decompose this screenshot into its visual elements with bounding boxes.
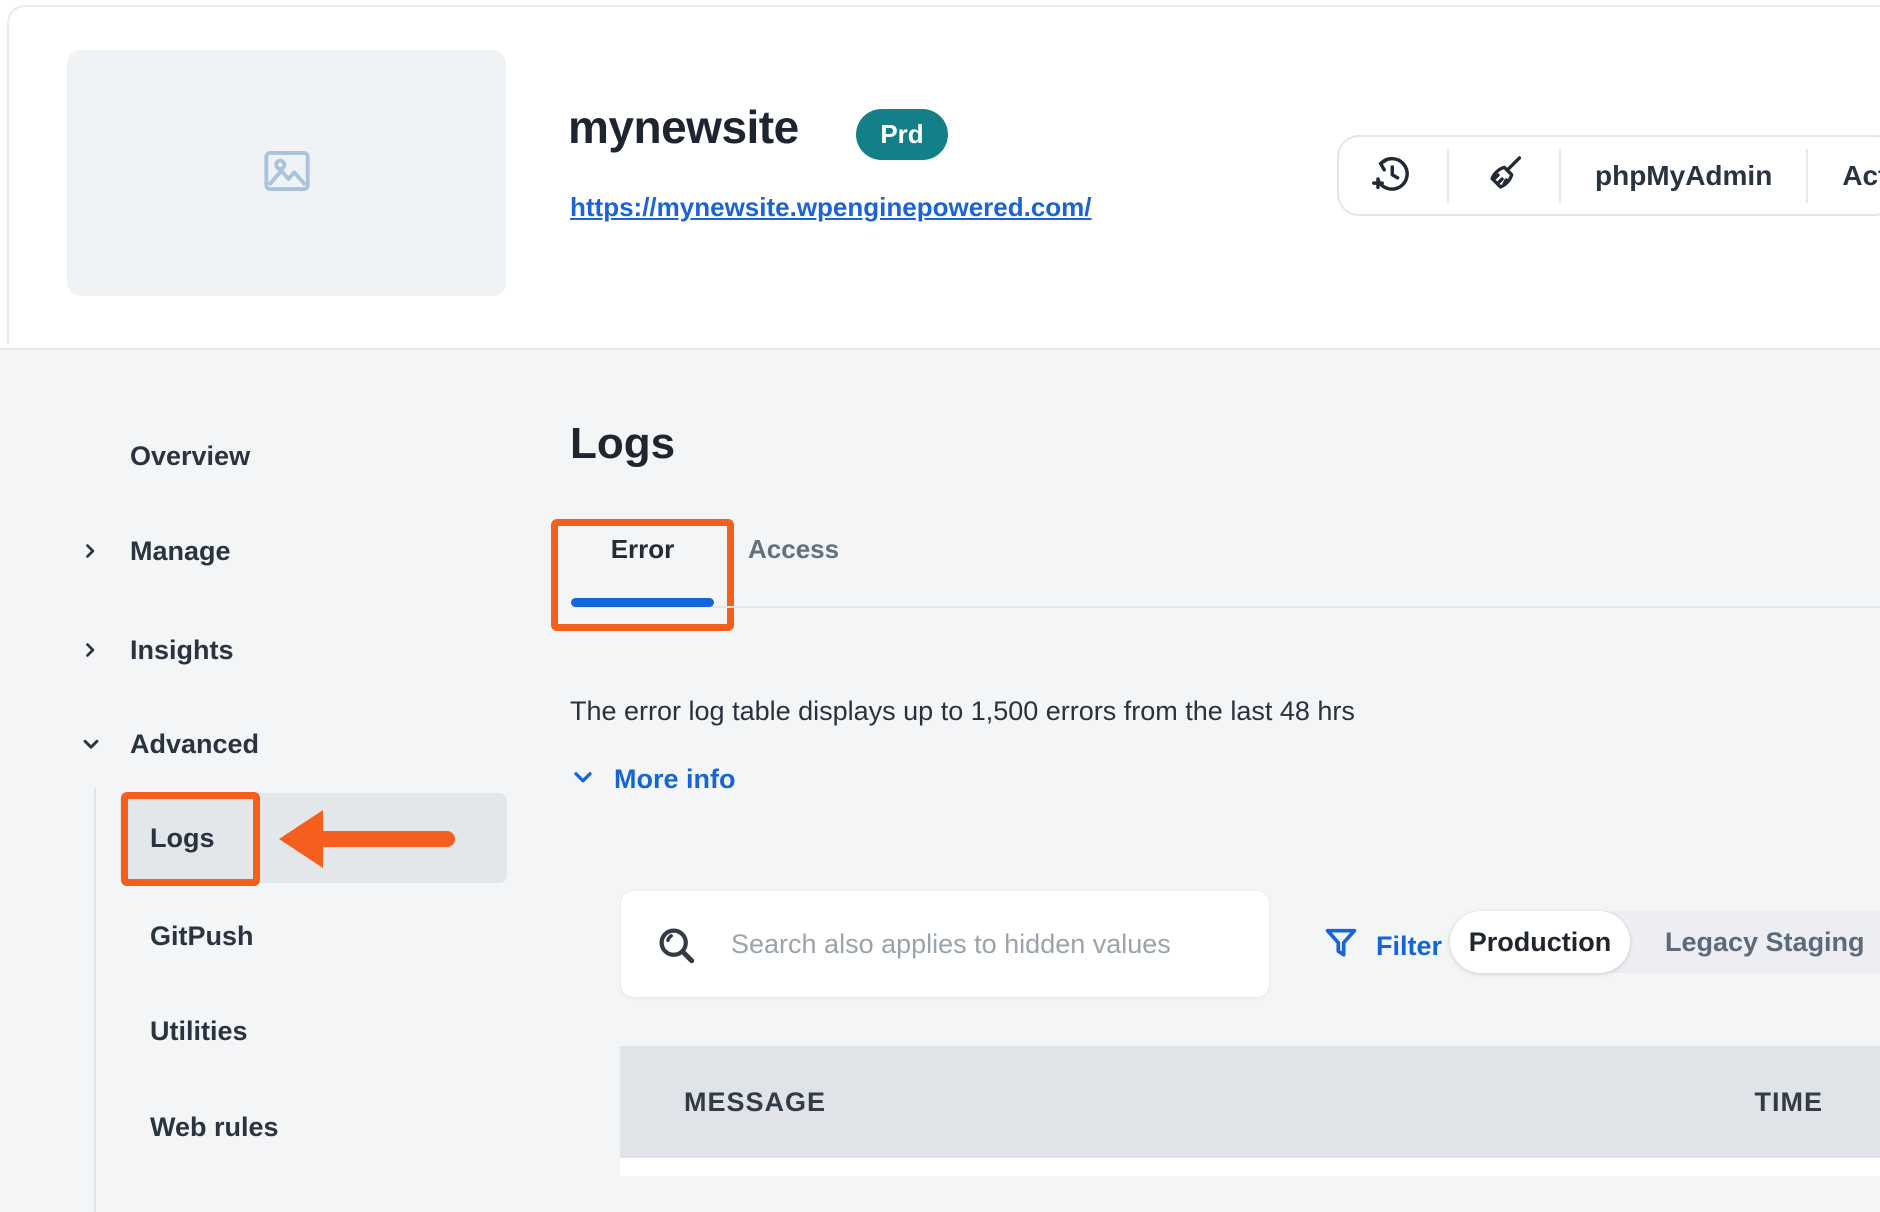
filter-button[interactable]: Filter	[1322, 924, 1442, 967]
toolbar-divider	[1559, 149, 1561, 203]
chevron-spacer	[80, 445, 102, 467]
clear-cache-broom-icon	[1483, 153, 1525, 198]
sidebar-item-label: Overview	[130, 441, 250, 472]
sidebar-item-gitpush[interactable]: GitPush	[120, 906, 507, 966]
sidebar-item-label: Insights	[130, 635, 234, 666]
error-log-description: The error log table displays up to 1,500…	[570, 694, 1355, 728]
sidebar-item-label: GitPush	[150, 921, 254, 952]
sidebar-item-manage[interactable]: Manage	[80, 521, 440, 581]
sidebar-item-web-rules[interactable]: Web rules	[120, 1097, 507, 1157]
page: mynewsite Prd https://mynewsite.wpengine…	[0, 0, 1880, 1212]
actions-label: Act	[1842, 160, 1880, 192]
backup-restore-history-icon	[1369, 152, 1413, 199]
environment-switcher: Production Legacy Staging	[1450, 911, 1880, 973]
phpmyadmin-label: phpMyAdmin	[1595, 160, 1772, 192]
more-info-toggle[interactable]: More info	[570, 762, 736, 796]
sidebar-item-utilities[interactable]: Utilities	[120, 1001, 507, 1061]
subnav-indent-line	[94, 788, 96, 1212]
more-info-label: More info	[614, 762, 736, 796]
sidebar-item-overview[interactable]: Overview	[80, 426, 440, 486]
env-option-label: Legacy Staging	[1665, 927, 1865, 958]
env-option-production[interactable]: Production	[1450, 911, 1630, 973]
filter-funnel-icon	[1322, 924, 1360, 967]
site-name: mynewsite	[568, 100, 799, 154]
sidebar-item-advanced[interactable]: Advanced	[80, 714, 440, 774]
site-header: mynewsite Prd https://mynewsite.wpengine…	[0, 0, 1880, 350]
search-input[interactable]	[621, 891, 1269, 997]
filter-label: Filter	[1376, 926, 1442, 966]
log-search	[620, 890, 1270, 998]
env-option-legacy-staging[interactable]: Legacy Staging	[1665, 911, 1865, 973]
chevron-right-icon	[80, 540, 102, 562]
header-toolbar: phpMyAdmin Act	[1337, 135, 1880, 216]
tab-access[interactable]: Access	[748, 532, 839, 608]
chevron-down-icon	[570, 764, 596, 795]
tab-label: Error	[571, 532, 714, 566]
site-url-link[interactable]: https://mynewsite.wpenginepowered.com/	[570, 192, 1092, 223]
column-header-time: TIME	[1755, 1046, 1824, 1158]
page-title: Logs	[570, 418, 675, 470]
sidebar-item-label: Utilities	[150, 1016, 248, 1047]
log-table-header: MESSAGE TIME	[620, 1046, 1880, 1158]
image-placeholder-icon	[256, 140, 318, 207]
clear-cache-button[interactable]	[1483, 153, 1525, 198]
toolbar-divider	[1806, 149, 1808, 203]
sidebar-item-label: Web rules	[150, 1112, 279, 1143]
toolbar-divider	[1447, 149, 1449, 203]
phpmyadmin-button[interactable]: phpMyAdmin	[1595, 160, 1772, 192]
log-table-empty-row	[620, 1158, 1880, 1176]
sidebar-item-label: Advanced	[130, 729, 259, 760]
tab-label: Access	[748, 532, 839, 566]
column-header-message: MESSAGE	[684, 1046, 826, 1158]
env-option-label: Production	[1469, 927, 1612, 958]
environment-badge: Prd	[856, 109, 948, 160]
tab-error[interactable]: Error	[571, 532, 714, 608]
sidebar-item-insights[interactable]: Insights	[80, 620, 440, 680]
chevron-right-icon	[80, 639, 102, 661]
annotation-arrow-icon	[277, 804, 463, 879]
backup-restore-button[interactable]	[1369, 152, 1413, 199]
chevron-down-icon	[80, 733, 102, 755]
sidebar-item-label: Logs	[150, 823, 215, 854]
actions-button[interactable]: Act	[1842, 160, 1880, 192]
site-thumbnail	[67, 50, 506, 296]
sidebar-item-label: Manage	[130, 536, 231, 567]
active-tab-underline	[571, 598, 714, 607]
